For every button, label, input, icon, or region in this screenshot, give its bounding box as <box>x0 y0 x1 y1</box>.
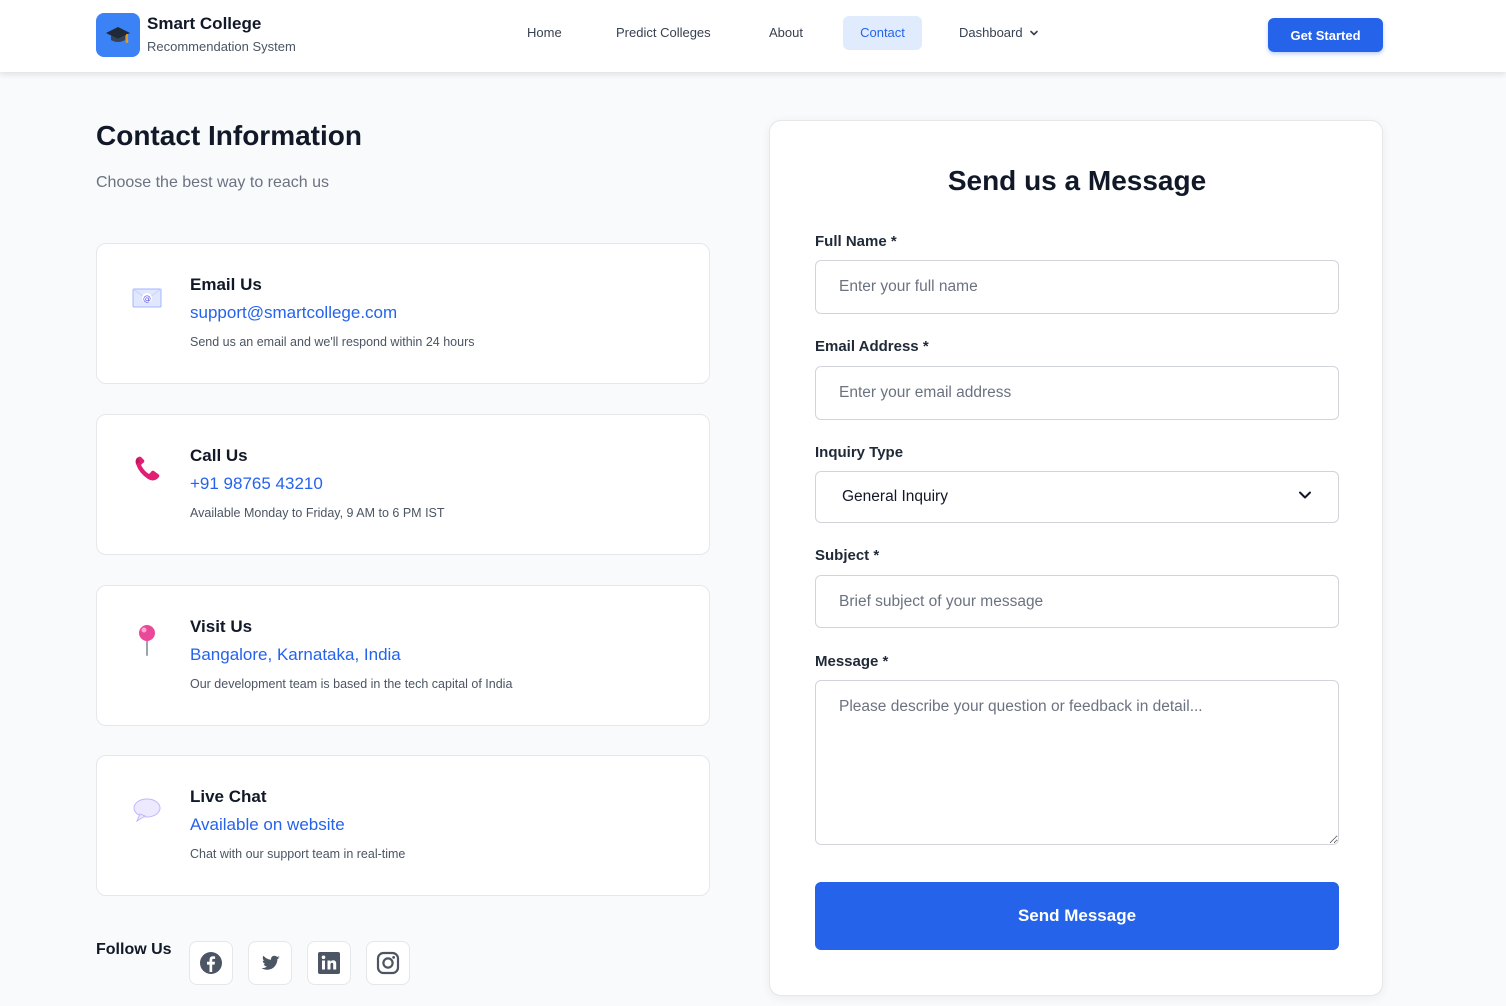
form-title: Send us a Message <box>947 165 1207 196</box>
contact-card-location: Visit Us Bangalore, Karnataka, India Our… <box>96 585 710 726</box>
linkedin-icon[interactable] <box>307 941 351 985</box>
nav-about-link[interactable]: About <box>759 16 813 50</box>
chevron-down-icon <box>1298 488 1312 507</box>
nav-predict-colleges-link[interactable]: Predict Colleges <box>606 16 721 50</box>
email-icon: @ <box>131 282 163 314</box>
email-link[interactable]: support@smartcollege.com <box>190 303 397 323</box>
facebook-icon[interactable] <box>189 941 233 985</box>
inquiry-type-label: Inquiry Type <box>815 444 904 461</box>
location-link[interactable]: Bangalore, Karnataka, India <box>190 645 401 665</box>
card-description: Available Monday to Friday, 9 AM to 6 PM… <box>190 506 445 520</box>
map-pin-icon <box>131 624 163 656</box>
follow-us-label: Follow Us <box>96 941 172 958</box>
subject-input[interactable] <box>815 575 1339 628</box>
card-description: Send us an email and we'll respond withi… <box>190 335 475 349</box>
full-name-input[interactable] <box>815 260 1339 314</box>
message-form-card: Send us a Message Full Name * Email Addr… <box>769 120 1383 996</box>
phone-icon <box>131 453 163 485</box>
twitter-icon[interactable] <box>248 941 292 985</box>
contact-info-subtitle: Choose the best way to reach us <box>96 174 330 191</box>
email-address-label: Email Address * <box>815 338 929 355</box>
card-description: Chat with our support team in real-time <box>190 847 406 861</box>
card-title: Email Us <box>190 275 262 294</box>
email-address-input[interactable] <box>815 366 1339 420</box>
top-navbar: Smart College Recommendation System Home… <box>0 0 1506 72</box>
nav-contact-link[interactable]: Contact <box>843 16 922 50</box>
get-started-button[interactable]: Get Started <box>1268 18 1383 52</box>
phone-link[interactable]: +91 98765 43210 <box>190 474 323 494</box>
card-description: Our development team is based in the tec… <box>190 677 513 691</box>
full-name-label: Full Name * <box>815 233 897 250</box>
chevron-down-icon <box>1029 28 1039 38</box>
instagram-icon[interactable] <box>366 941 410 985</box>
card-title: Visit Us <box>190 617 253 636</box>
chat-bubble-icon <box>131 794 163 826</box>
message-textarea[interactable] <box>815 680 1339 845</box>
inquiry-type-selected-value: General Inquiry <box>842 488 948 505</box>
live-chat-link[interactable]: Available on website <box>190 815 345 835</box>
contact-card-phone: Call Us +91 98765 43210 Available Monday… <box>96 414 710 555</box>
contact-card-chat: Live Chat Available on website Chat with… <box>96 755 710 896</box>
card-title: Call Us <box>190 446 248 465</box>
brand-subtitle: Recommendation System <box>147 39 296 54</box>
svg-text:@: @ <box>143 294 151 303</box>
send-message-button[interactable]: Send Message <box>815 882 1339 950</box>
graduation-cap-icon[interactable] <box>96 13 140 57</box>
nav-dashboard-label: Dashboard <box>959 25 1023 40</box>
inquiry-type-select[interactable]: General Inquiry <box>815 471 1339 523</box>
brand-title[interactable]: Smart College <box>147 14 261 34</box>
nav-home-link[interactable]: Home <box>517 16 572 50</box>
contact-card-email: @ Email Us support@smartcollege.com Send… <box>96 243 710 384</box>
nav-dashboard-dropdown[interactable]: Dashboard <box>949 16 1049 50</box>
message-label: Message * <box>815 653 889 670</box>
subject-label: Subject * <box>815 547 880 564</box>
contact-info-title: Contact Information <box>96 120 362 151</box>
card-title: Live Chat <box>190 787 267 806</box>
